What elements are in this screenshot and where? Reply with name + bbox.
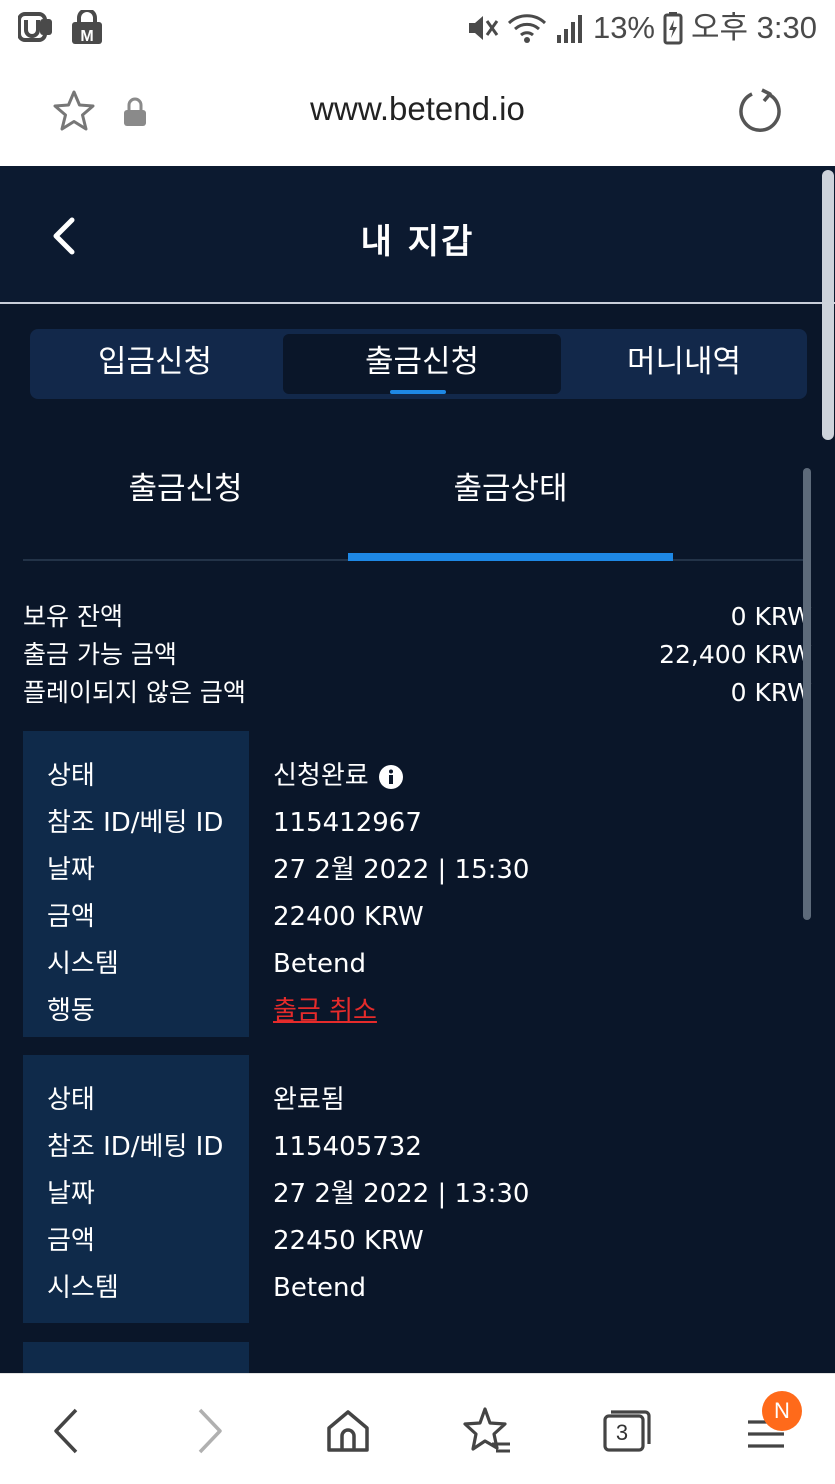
wifi-icon bbox=[507, 14, 546, 43]
main-tabs: 입금신청 출금신청 머니내역 bbox=[30, 329, 807, 399]
balance-label: 플레이되지 않은 금액 bbox=[23, 678, 246, 707]
card-row-date: 날짜 27 2월 2022 | 15:30 bbox=[23, 847, 812, 894]
mute-icon bbox=[468, 16, 499, 40]
ref-value: 115405732 bbox=[273, 1132, 422, 1162]
page-header: 내 지갑 bbox=[0, 166, 835, 304]
amount-value: 22450 KRW bbox=[273, 1226, 424, 1256]
wallet-page: 내 지갑 입금신청 출금신청 머니내역 출금신청 출금상태 보유 잔액 0 KR… bbox=[0, 166, 835, 1373]
app-notification-icon bbox=[18, 12, 52, 42]
balance-row: 출금 가능 금액 22,400 KRW bbox=[23, 636, 812, 674]
action-label: 행동 bbox=[47, 996, 95, 1026]
home-icon bbox=[327, 1410, 369, 1452]
notification-badge: N bbox=[762, 1391, 802, 1431]
cancel-withdrawal-link[interactable]: 출금 취소 bbox=[273, 988, 377, 1035]
balance-label: 출금 가능 금액 bbox=[23, 640, 177, 669]
active-tab-indicator bbox=[390, 390, 446, 394]
m-lock-notification-icon: M bbox=[72, 10, 102, 45]
balance-row: 플레이되지 않은 금액 0 KRW bbox=[23, 674, 812, 712]
card-row-action: 행동 출금 취소 bbox=[23, 988, 812, 1035]
subtab-withdraw-status[interactable]: 출금상태 bbox=[348, 469, 673, 529]
balance-summary: 보유 잔액 0 KRW 출금 가능 금액 22,400 KRW 플레이되지 않은… bbox=[23, 598, 812, 712]
system-value: Betend bbox=[273, 949, 367, 979]
status-label: 상태 bbox=[47, 1085, 95, 1115]
amount-label: 금액 bbox=[47, 902, 95, 932]
subtab-withdraw-request[interactable]: 출금신청 bbox=[23, 469, 348, 529]
status-label: 상태 bbox=[47, 761, 95, 791]
date-label: 날짜 bbox=[47, 1179, 95, 1209]
url-text[interactable]: www.betend.io bbox=[0, 90, 835, 128]
page-scrollbar[interactable] bbox=[822, 170, 834, 440]
date-value: 27 2월 2022 | 15:30 bbox=[273, 855, 530, 885]
amount-label: 금액 bbox=[47, 1226, 95, 1256]
card-row-ref: 참조 ID/베팅 ID 115412967 bbox=[23, 800, 812, 847]
ref-label: 참조 ID/베팅 ID bbox=[47, 1132, 224, 1162]
reload-icon[interactable] bbox=[738, 88, 784, 134]
ref-value: 115412967 bbox=[273, 808, 422, 838]
balance-value: 0 KRW bbox=[730, 678, 812, 707]
info-icon[interactable] bbox=[378, 764, 403, 789]
system-value: Betend bbox=[273, 1273, 367, 1303]
nav-forward-button[interactable] bbox=[182, 1404, 236, 1458]
card-row-date: 날짜 27 2월 2022 | 13:30 bbox=[23, 1171, 812, 1218]
tab-deposit-request[interactable]: 입금신청 bbox=[30, 329, 280, 399]
date-label: 날짜 bbox=[47, 855, 95, 885]
forward-icon bbox=[198, 1408, 222, 1454]
amount-value: 22400 KRW bbox=[273, 902, 424, 932]
browser-address-bar: www.betend.io bbox=[0, 56, 835, 166]
tab-withdraw-request[interactable]: 출금신청 bbox=[283, 334, 561, 394]
nav-back-button[interactable] bbox=[40, 1404, 94, 1458]
sub-tabs: 출금신청 출금상태 bbox=[23, 451, 810, 561]
bookmarks-star-icon bbox=[463, 1407, 510, 1453]
battery-percent: 13% bbox=[592, 10, 655, 45]
nav-home-button[interactable] bbox=[321, 1404, 375, 1458]
card-row-system: 시스템 Betend bbox=[23, 1265, 812, 1312]
balance-value: 0 KRW bbox=[730, 602, 812, 631]
system-label: 시스템 bbox=[47, 949, 119, 979]
balance-value: 22,400 KRW bbox=[659, 640, 812, 669]
withdrawal-card: 상태 완료됨 참조 ID/베팅 ID 115405732 날짜 27 2월 20… bbox=[23, 1055, 812, 1323]
card-row-ref: 참조 ID/베팅 ID 115405732 bbox=[23, 1124, 812, 1171]
date-value: 27 2월 2022 | 13:30 bbox=[273, 1179, 530, 1209]
card-row-system: 시스템 Betend bbox=[23, 941, 812, 988]
signal-icon bbox=[556, 15, 582, 43]
balance-row: 보유 잔액 0 KRW bbox=[23, 598, 812, 636]
active-subtab-indicator bbox=[348, 553, 673, 561]
content-scrollbar[interactable] bbox=[803, 468, 811, 920]
card-row-amount: 금액 22450 KRW bbox=[23, 1218, 812, 1265]
system-label: 시스템 bbox=[47, 1273, 119, 1303]
back-icon bbox=[54, 1408, 78, 1454]
nav-tabs-button[interactable]: 3 bbox=[600, 1404, 654, 1458]
card-row-status: 상태 신청완료 bbox=[23, 753, 812, 800]
status-bar: M 13% 오후 3:30 bbox=[0, 0, 835, 56]
tab-withdraw-request-label: 출금신청 bbox=[364, 344, 480, 380]
status-value: 신청완료 bbox=[273, 761, 369, 791]
tabs-count: 3 bbox=[615, 1420, 629, 1445]
browser-bottom-nav: 3 N bbox=[0, 1373, 835, 1484]
nav-bookmarks-button[interactable] bbox=[460, 1404, 514, 1458]
tab-money-history[interactable]: 머니내역 bbox=[561, 329, 807, 399]
clock: 오후 3:30 bbox=[691, 10, 817, 45]
svg-text:M: M bbox=[80, 28, 93, 45]
status-value: 완료됨 bbox=[273, 1085, 345, 1115]
battery-charging-icon bbox=[663, 12, 683, 45]
ref-label: 참조 ID/베팅 ID bbox=[47, 808, 224, 838]
withdrawal-card-partial bbox=[23, 1342, 249, 1373]
card-row-status: 상태 완료됨 bbox=[23, 1077, 812, 1124]
card-row-amount: 금액 22400 KRW bbox=[23, 894, 812, 941]
page-title: 내 지갑 bbox=[360, 222, 475, 262]
balance-label: 보유 잔액 bbox=[23, 602, 123, 631]
withdrawal-card: 상태 신청완료 참조 ID/베팅 ID 115412967 날짜 27 2월 2… bbox=[23, 731, 812, 1037]
